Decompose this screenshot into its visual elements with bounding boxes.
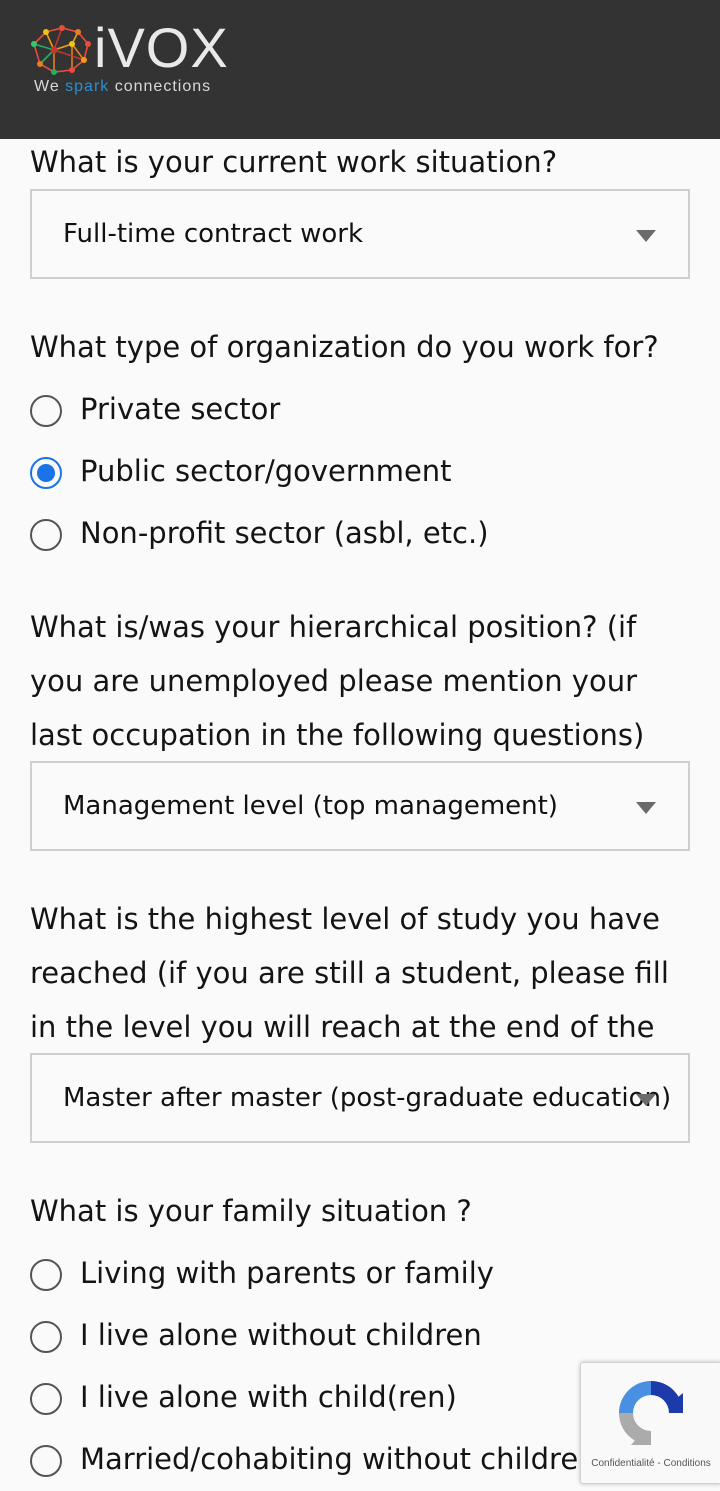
recaptcha-icon — [619, 1381, 683, 1445]
radio-label[interactable]: Non-profit sector (asbl, etc.) — [80, 509, 489, 557]
tagline-prefix: We — [34, 78, 66, 95]
terms-link[interactable]: Conditions — [664, 1458, 711, 1469]
radio-option-living-with-parents[interactable]: Living with parents or family — [30, 1256, 690, 1297]
brand-name: iVOX — [94, 16, 229, 79]
site-header: iVOX We spark connections — [0, 0, 720, 139]
radio-button[interactable] — [30, 1445, 62, 1477]
radio-label[interactable]: I live alone without children — [80, 1311, 482, 1359]
link-separator: - — [654, 1458, 664, 1469]
radio-label[interactable]: Public sector/government — [80, 447, 452, 495]
network-brain-icon — [31, 25, 91, 75]
hierarchy-select[interactable]: Management level (top management) — [30, 761, 690, 851]
radio-label[interactable]: Married/cohabiting without children — [80, 1435, 597, 1483]
brand-tagline: We spark connections — [34, 78, 211, 96]
radio-button[interactable] — [30, 1259, 62, 1291]
radio-option-private-sector[interactable]: Private sector — [30, 392, 690, 433]
question-organization: What type of organization do you work fo… — [30, 330, 659, 364]
radio-label[interactable]: Private sector — [80, 385, 280, 433]
dropdown-arrow-icon — [636, 230, 656, 242]
radio-button[interactable] — [30, 1321, 62, 1353]
tagline-accent: spark — [65, 78, 110, 95]
study-level-value: Master after master (post-graduate educa… — [63, 1083, 672, 1113]
recaptcha-badge[interactable]: Confidentialité - Conditions — [580, 1362, 720, 1484]
radio-button[interactable] — [30, 1383, 62, 1415]
study-level-select[interactable]: Master after master (post-graduate educa… — [30, 1053, 690, 1143]
privacy-link[interactable]: Confidentialité — [591, 1458, 654, 1469]
radio-label[interactable]: I live alone with child(ren) — [80, 1373, 457, 1421]
radio-option-non-profit[interactable]: Non-profit sector (asbl, etc.) — [30, 516, 690, 557]
recaptcha-links: Confidentialité - Conditions — [581, 1458, 720, 1469]
dropdown-arrow-icon — [636, 802, 656, 814]
radio-button-checked[interactable] — [30, 457, 62, 489]
radio-button[interactable] — [30, 519, 62, 551]
radio-button[interactable] — [30, 395, 62, 427]
question-hierarchy: What is/was your hierarchical position? … — [30, 610, 645, 752]
work-situation-select[interactable]: Full-time contract work — [30, 189, 690, 279]
work-situation-value: Full-time contract work — [63, 219, 364, 249]
ivox-logo[interactable]: iVOX We spark connections — [28, 18, 238, 104]
tagline-suffix: connections — [109, 78, 212, 95]
hierarchy-value: Management level (top management) — [63, 791, 558, 821]
question-work-situation: What is your current work situation? — [30, 145, 558, 179]
question-family: What is your family situation ? — [30, 1194, 472, 1228]
radio-option-alone-no-children[interactable]: I live alone without children — [30, 1318, 690, 1359]
radio-label[interactable]: Living with parents or family — [80, 1249, 494, 1297]
dropdown-arrow-icon — [636, 1094, 656, 1106]
radio-option-public-sector[interactable]: Public sector/government — [30, 454, 690, 495]
